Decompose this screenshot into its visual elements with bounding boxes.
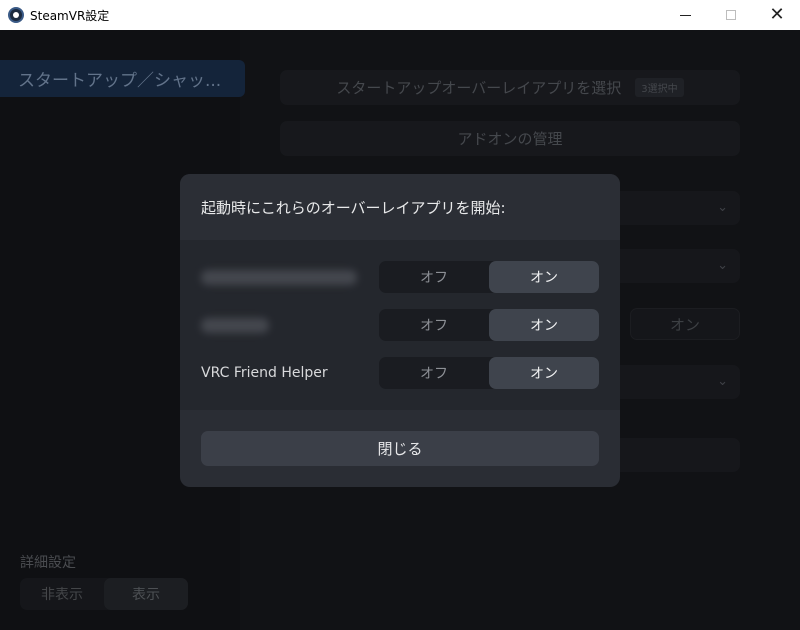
overlay-app-row: オフ オン bbox=[180, 309, 620, 341]
manage-addons-button[interactable]: アドオンの管理 bbox=[280, 121, 740, 156]
maximize-button[interactable] bbox=[708, 0, 754, 30]
overlay-apps-dialog: 起動時にこれらのオーバーレイアプリを開始: オフ オン オフ オン VRC Fr… bbox=[180, 174, 620, 487]
toggle-on-option[interactable]: オン bbox=[489, 261, 599, 293]
chevron-down-icon: ⌄ bbox=[717, 200, 728, 215]
toggle-off-option[interactable]: オフ bbox=[379, 357, 489, 389]
advanced-show-option[interactable]: 表示 bbox=[104, 578, 188, 610]
toggle-off-option[interactable]: オフ bbox=[379, 261, 489, 293]
chevron-down-icon: ⌄ bbox=[717, 258, 728, 273]
toggle-on-option[interactable]: オン bbox=[489, 309, 599, 341]
steamvr-icon bbox=[8, 7, 24, 23]
minimize-button[interactable] bbox=[662, 0, 708, 30]
app-toggle[interactable]: オフ オン bbox=[379, 309, 599, 341]
sidebar-item-startup[interactable]: スタートアップ／シャッ... bbox=[0, 60, 245, 97]
select-overlay-apps-label: スタートアップオーバーレイアプリを選択 bbox=[336, 79, 622, 97]
minimize-icon bbox=[679, 14, 691, 16]
close-icon: ✕ bbox=[769, 4, 785, 25]
chevron-down-icon: ⌄ bbox=[717, 374, 728, 389]
title-bar: SteamVR設定 ✕ bbox=[0, 0, 800, 30]
dialog-title: 起動時にこれらのオーバーレイアプリを開始: bbox=[180, 174, 620, 240]
app-toggle[interactable]: オフ オン bbox=[379, 357, 599, 389]
blurred-app-name bbox=[201, 270, 357, 285]
window-title: SteamVR設定 bbox=[30, 9, 110, 23]
advanced-settings-toggle[interactable]: 非表示 表示 bbox=[20, 578, 188, 610]
app-name-label: VRC Friend Helper bbox=[201, 365, 328, 381]
selected-count-badge: 3選択中 bbox=[635, 78, 684, 97]
overlay-app-row: オフ オン bbox=[180, 261, 620, 293]
dialog-body: オフ オン オフ オン VRC Friend Helper オフ オン bbox=[180, 240, 620, 410]
app-toggle[interactable]: オフ オン bbox=[379, 261, 599, 293]
advanced-settings-label: 詳細設定 bbox=[20, 555, 76, 571]
maximize-icon bbox=[726, 10, 736, 20]
toggle-on-option[interactable]: オン bbox=[489, 357, 599, 389]
blurred-app-name bbox=[201, 318, 269, 333]
overlay-app-row: VRC Friend Helper オフ オン bbox=[180, 357, 620, 389]
close-window-button[interactable]: ✕ bbox=[754, 0, 800, 30]
close-dialog-button[interactable]: 閉じる bbox=[201, 431, 599, 466]
advanced-hide-option[interactable]: 非表示 bbox=[20, 578, 104, 610]
toggle-off-option[interactable]: オフ bbox=[379, 309, 489, 341]
background-on-toggle[interactable]: オン bbox=[630, 308, 740, 340]
select-overlay-apps-button[interactable]: スタートアップオーバーレイアプリを選択 3選択中 bbox=[280, 70, 740, 105]
